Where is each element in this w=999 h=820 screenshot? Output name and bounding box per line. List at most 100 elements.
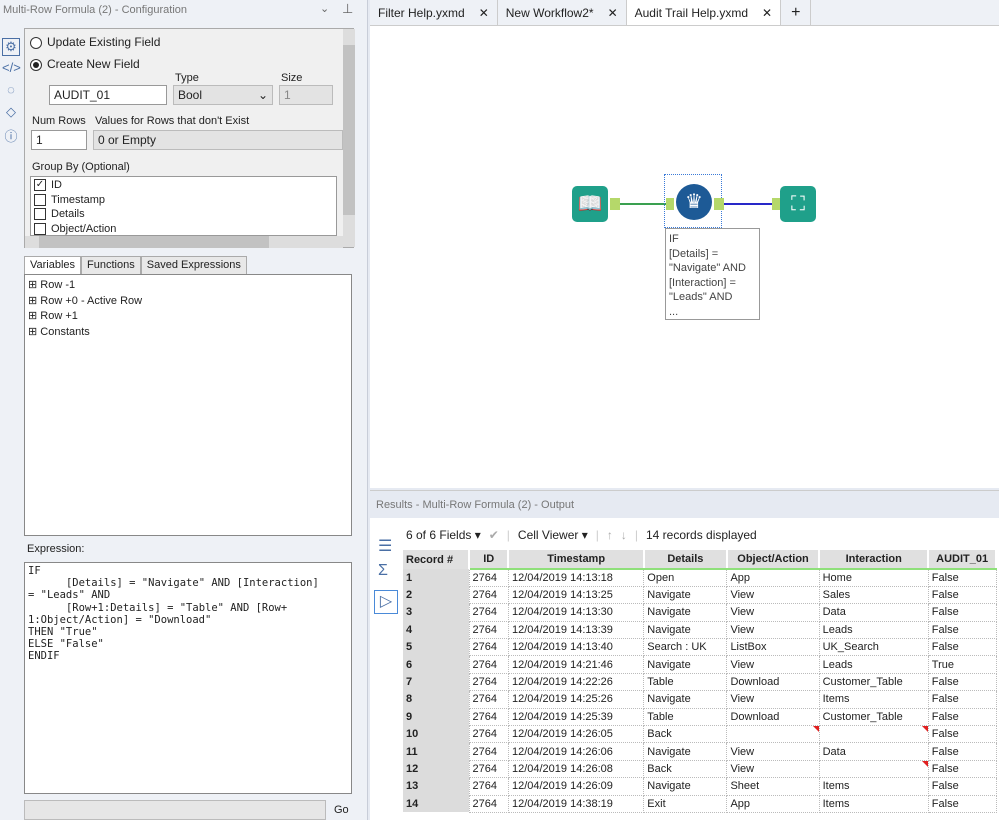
table-cell[interactable]: Sales [818,585,929,605]
table-row[interactable]: 8 2764 12/04/2019 14:25:26 Navigate View Item… [403,690,997,709]
workflow-tab[interactable]: Filter Help.yxmd ✕ [370,0,498,25]
table-cell[interactable]: Data [818,742,929,761]
horizontal-scrollbar[interactable] [25,236,343,248]
table-cell[interactable]: False [927,568,997,587]
group-by-item[interactable]: ✓ ID [34,178,333,193]
table-cell[interactable]: False [927,725,997,744]
table-cell[interactable]: ListBox [726,638,820,657]
table-cell[interactable]: 12/04/2019 14:21:46 [507,655,645,674]
arrow-down-icon[interactable]: ↓ [621,528,627,542]
table-row[interactable]: 9 2764 12/04/2019 14:25:39 Table Download Cus… [403,707,997,727]
column-header[interactable]: AUDIT_01 [928,550,997,570]
table-cell[interactable]: Leads [818,620,929,640]
table-row[interactable]: 3 2764 12/04/2019 14:13:30 Navigate View Data… [403,603,997,622]
column-header[interactable]: Timestamp [508,550,645,570]
column-header[interactable]: Interaction [819,550,930,570]
table-cell[interactable]: False [927,759,997,779]
table-cell[interactable]: False [927,620,997,640]
table-cell[interactable]: Navigate [643,655,728,674]
table-cell[interactable]: 12/04/2019 14:13:30 [507,603,645,622]
search-input[interactable] [24,800,326,820]
table-cell[interactable]: 2764 [468,794,509,813]
table-cell[interactable]: 5 [403,638,469,656]
close-icon[interactable]: ✕ [608,6,618,20]
table-cell[interactable]: 12/04/2019 14:38:19 [507,794,645,813]
table-cell[interactable]: Search : UK [643,638,728,657]
table-row[interactable]: 13 2764 12/04/2019 14:26:09 Navigate Sheet It… [403,777,997,796]
table-cell[interactable]: App [726,568,820,587]
tree-item[interactable]: ⊞ Constants [28,325,348,341]
field-name-input[interactable]: AUDIT_01 [49,85,167,105]
data-view-icon[interactable]: ▷ [374,590,398,614]
table-cell[interactable]: 2764 [468,655,509,674]
table-row[interactable]: 7 2764 12/04/2019 14:22:26 Table Download Cus… [403,672,997,692]
column-header[interactable]: Object/Action [726,550,821,570]
table-cell[interactable]: 12 [403,760,469,778]
table-cell[interactable]: Open [643,568,728,587]
table-cell[interactable]: Items [818,690,929,709]
table-cell[interactable]: Back [643,759,728,779]
expand-icon[interactable]: ⊞ [28,310,40,322]
num-rows-stepper[interactable]: 1 [31,130,87,150]
table-cell[interactable]: 2764 [468,620,509,640]
input-anchor[interactable] [666,198,674,210]
table-cell[interactable]: 10 [403,725,469,743]
column-header[interactable]: Record # [403,550,470,569]
table-row[interactable]: 5 2764 12/04/2019 14:13:40 Search : UK ListB… [403,638,997,657]
table-cell[interactable]: 8 [403,690,469,709]
table-cell[interactable]: Navigate [643,777,728,796]
table-cell[interactable]: Items [818,777,929,796]
table-cell[interactable]: 3 [403,603,469,622]
table-cell[interactable]: 14 [403,795,469,813]
table-cell[interactable]: 9 [403,708,469,726]
arrow-up-icon[interactable]: ↑ [607,528,613,542]
table-row[interactable]: 12 2764 12/04/2019 14:26:08 Back View False [403,759,997,779]
table-cell[interactable] [726,725,820,744]
table-cell[interactable]: 11 [403,742,469,761]
tree-item[interactable]: ⊞ Row +0 - Active Row [28,294,348,310]
create-new-radio[interactable]: Create New Field [30,57,140,71]
tree-item[interactable]: ⊞ Row +1 [28,309,348,325]
pin-icon[interactable]: ⊥ [342,1,353,17]
table-cell[interactable] [818,759,929,779]
table-cell[interactable]: 4 [403,621,469,639]
group-by-item[interactable]: Details [34,207,333,222]
table-cell[interactable]: False [927,585,997,605]
table-cell[interactable]: True [927,655,997,674]
workflow-tab[interactable]: New Workflow2* ✕ [498,0,627,25]
table-cell[interactable]: False [927,603,997,622]
table-cell[interactable]: 2764 [468,568,509,587]
table-cell[interactable]: False [927,742,997,761]
expand-icon[interactable]: ⊞ [28,279,40,291]
table-cell[interactable]: Sheet [726,777,820,796]
table-cell[interactable]: 2764 [468,777,509,796]
table-cell[interactable]: 2764 [468,585,509,605]
table-cell[interactable]: 1 [403,569,469,587]
output-anchor[interactable] [610,198,620,210]
table-cell[interactable]: 2764 [468,672,509,692]
tree-item[interactable]: ⊞ Row -1 [28,278,348,294]
update-existing-radio[interactable]: Update Existing Field [30,35,160,49]
table-cell[interactable]: Home [818,568,929,587]
tab-functions[interactable]: Functions [81,256,141,274]
code-icon[interactable]: </> [2,60,21,78]
table-cell[interactable]: 2764 [468,603,509,622]
table-cell[interactable]: 6 [403,655,469,674]
table-cell[interactable]: 12/04/2019 14:13:18 [507,568,645,587]
table-cell[interactable]: 12/04/2019 14:26:06 [507,742,645,761]
workflow-tab[interactable]: Audit Trail Help.yxmd ✕ [626,0,782,25]
table-cell[interactable]: Items [818,794,929,813]
table-cell[interactable]: Data [818,603,929,622]
type-select[interactable]: Bool ⌄ [173,85,273,105]
table-row[interactable]: 4 2764 12/04/2019 14:13:39 Navigate View Lead… [403,620,997,640]
chevron-down-icon[interactable]: ⌄ [320,2,329,15]
table-cell[interactable]: View [726,655,820,674]
gear-icon[interactable]: ⚙ [2,38,20,56]
table-cell[interactable]: 7 [403,673,469,691]
table-cell[interactable]: False [927,707,997,727]
table-cell[interactable]: Exit [643,794,728,813]
table-cell[interactable]: Back [643,725,728,744]
table-cell[interactable]: 12/04/2019 14:13:39 [507,620,645,640]
table-row[interactable]: 11 2764 12/04/2019 14:26:06 Navigate View Dat… [403,742,997,761]
table-cell[interactable]: False [927,672,997,692]
